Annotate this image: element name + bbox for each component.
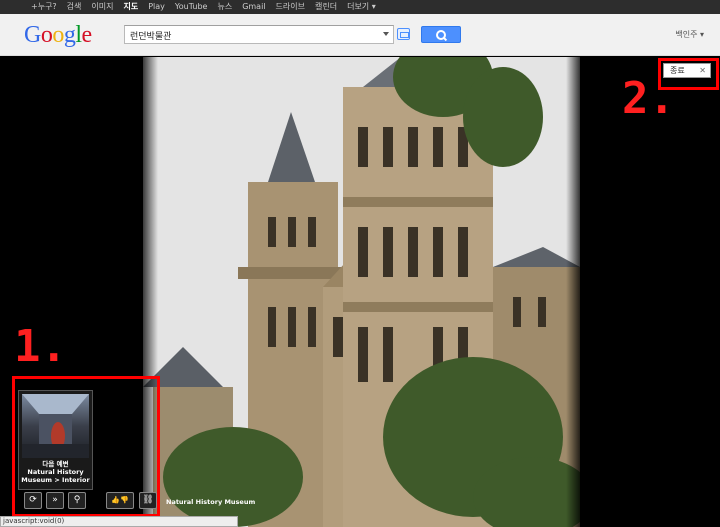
search-query: 런던박물관: [130, 32, 172, 42]
search-header: Google 런던박물관 백인주 ▾: [0, 14, 720, 56]
search-button[interactable]: [421, 26, 461, 43]
thumbnail-caption: 다음 예변 Natural History Museum > Interior: [21, 460, 90, 484]
top-nav-item[interactable]: 캘린더: [310, 0, 342, 14]
photo-fade-right: [566, 57, 584, 527]
top-nav-item[interactable]: Play: [143, 0, 170, 14]
top-nav-item[interactable]: YouTube: [170, 0, 213, 14]
google-top-bar: +누구? 검색 이미지 지도 Play YouTube 뉴스 Gmail 드라이브 캘린더 더보기 …: [0, 0, 720, 14]
close-icon[interactable]: ✕: [699, 64, 706, 77]
search-input[interactable]: 런던박물관: [124, 25, 394, 44]
exit-label: 종료: [670, 66, 685, 75]
location-pin-icon[interactable]: ⚲: [68, 492, 86, 509]
exit-street-view-button[interactable]: 종료 ✕: [663, 63, 711, 78]
building-illustration: [143, 57, 580, 527]
browser-status-bar: javascript:void(0): [0, 516, 238, 527]
chevron-down-icon[interactable]: [383, 32, 389, 36]
top-nav-item[interactable]: 드라이브: [271, 0, 310, 14]
keyboard-icon[interactable]: [397, 28, 410, 40]
top-nav-item[interactable]: 검색: [62, 0, 87, 14]
top-nav-item[interactable]: Gmail: [237, 0, 270, 14]
account-menu[interactable]: 백인주 ▾: [675, 29, 704, 40]
top-nav-item[interactable]: 지도: [119, 0, 144, 14]
google-logo[interactable]: Google: [24, 22, 92, 48]
thumbs-up-down-icon[interactable]: 👍👎: [106, 492, 134, 509]
link-icon[interactable]: ⛓: [139, 492, 157, 509]
interior-thumbnail-image: [22, 394, 89, 458]
top-nav: +누구? 검색 이미지 지도 Play YouTube 뉴스 Gmail 드라이브 캘린더 더보기 …: [26, 0, 381, 14]
top-nav-item[interactable]: 뉴스: [212, 0, 237, 14]
top-nav-item[interactable]: +누구?: [26, 0, 62, 14]
location-caption: Natural History Museum: [166, 498, 256, 506]
museum-photo[interactable]: [143, 57, 580, 527]
refresh-icon[interactable]: ⟳: [24, 492, 42, 509]
next-location-thumbnail[interactable]: 다음 예변 Natural History Museum > Interior: [18, 390, 93, 490]
annotation-number-1: 1.: [14, 321, 67, 372]
street-view-viewer[interactable]: 1. 다음 예변 Natural History Museum > Interi…: [0, 57, 720, 527]
top-nav-item[interactable]: 더보기 ▾: [342, 0, 381, 14]
fast-forward-icon[interactable]: »: [46, 492, 64, 509]
top-nav-item[interactable]: 이미지: [86, 0, 118, 14]
